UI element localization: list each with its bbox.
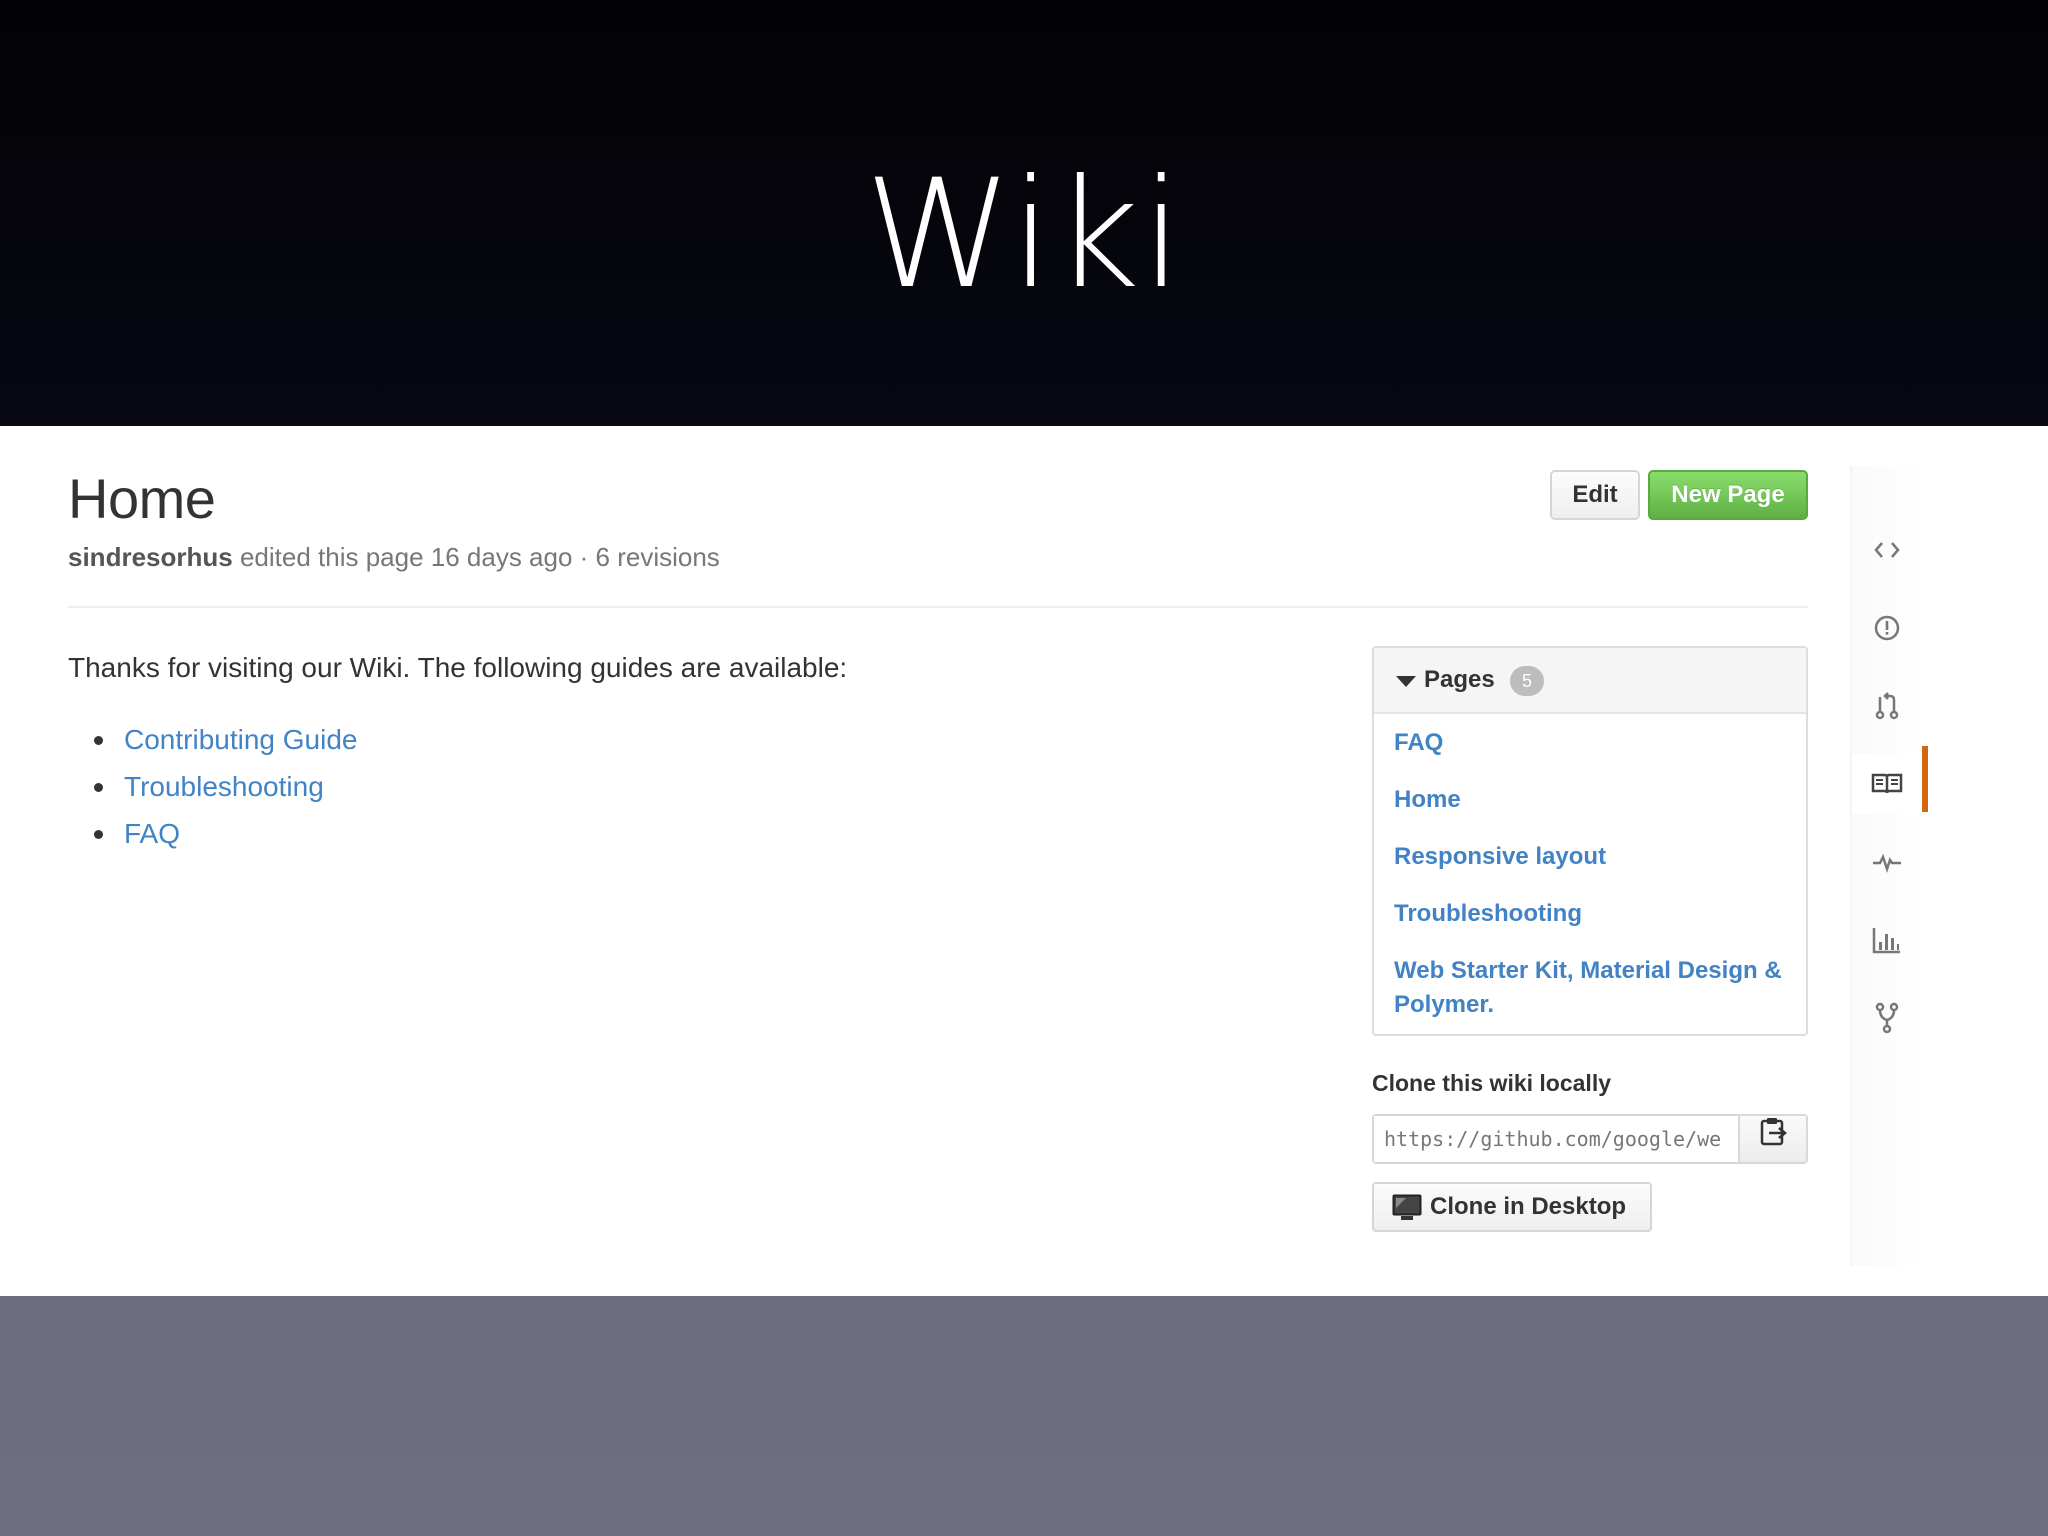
clone-url-input[interactable]: [1374, 1116, 1740, 1162]
author-link[interactable]: sindresorhus: [68, 542, 233, 572]
pages-count-badge: 5: [1510, 666, 1544, 696]
list-item: Troubleshooting: [1394, 897, 1794, 931]
edit-meta: edited this page 16 days ago · 6 revisio…: [239, 542, 720, 572]
list-item: Web Starter Kit, Material Design & Polym…: [1394, 954, 1794, 1022]
bullet: [94, 830, 103, 839]
issues-icon: [1874, 615, 1900, 641]
code-icon: [1874, 542, 1900, 558]
wiki-icon: [1871, 773, 1903, 794]
rail-pulse[interactable]: [1852, 832, 1922, 892]
page-title: Home: [68, 467, 216, 530]
triangle-down-icon: [1396, 676, 1416, 687]
pulse-icon: [1873, 853, 1901, 873]
graphs-icon: [1872, 928, 1900, 954]
rail-issues[interactable]: [1852, 598, 1922, 658]
clipboard-icon: [1760, 1118, 1787, 1146]
pages-toggle[interactable]: Pages 5: [1374, 648, 1806, 714]
list-item: Contributing Guide: [68, 720, 357, 767]
intro-text: Thanks for visiting our Wiki. The follow…: [68, 652, 848, 683]
list-item: Home: [1394, 783, 1794, 817]
repo-nav-rail: [1850, 466, 1928, 1266]
bullet: [94, 736, 103, 745]
list-item: Responsive layout: [1394, 840, 1794, 874]
rail-graphs[interactable]: [1852, 910, 1922, 970]
list-item: FAQ: [1394, 726, 1794, 760]
list-item: FAQ: [68, 814, 357, 861]
pages-list: FAQ Home Responsive layout Troubleshooti…: [1394, 726, 1794, 1045]
list-item: Troubleshooting: [68, 767, 357, 814]
slide-title-area: Wiki: [0, 0, 2048, 426]
page-link-faq[interactable]: FAQ: [1394, 729, 1443, 756]
pages-box: Pages 5 FAQ Home Responsive layout Troub…: [1372, 646, 1808, 1036]
rail-wiki[interactable]: [1852, 746, 1928, 814]
guides-list: Contributing Guide Troubleshooting FAQ: [68, 720, 357, 861]
clone-label: Clone this wiki locally: [1372, 1070, 1612, 1096]
page-meta: sindresorhus edited this page 16 days ag…: [68, 542, 720, 573]
guide-link-faq[interactable]: FAQ: [124, 818, 180, 849]
page-link-responsive-layout[interactable]: Responsive layout: [1394, 843, 1606, 870]
guide-link-contributing[interactable]: Contributing Guide: [124, 724, 357, 755]
header-divider: [68, 606, 1808, 608]
page-link-home[interactable]: Home: [1394, 786, 1461, 813]
page-link-web-starter-kit[interactable]: Web Starter Kit, Material Design & Polym…: [1394, 957, 1782, 1018]
clone-in-desktop-button[interactable]: Clone in Desktop: [1372, 1182, 1652, 1232]
pages-label: Pages: [1424, 666, 1495, 693]
monitor-icon: [1392, 1194, 1422, 1220]
edit-button[interactable]: Edit: [1550, 470, 1640, 520]
slide-title: Wiki: [864, 148, 1184, 322]
slide-bottom-band: [0, 1296, 2048, 1536]
rail-pull-requests[interactable]: [1852, 676, 1922, 736]
page-link-troubleshooting[interactable]: Troubleshooting: [1394, 900, 1582, 927]
new-page-button[interactable]: New Page: [1648, 470, 1808, 520]
rail-network[interactable]: [1852, 988, 1922, 1048]
guide-link-troubleshooting[interactable]: Troubleshooting: [124, 771, 324, 802]
wiki-screenshot: Home sindresorhus edited this page 16 da…: [0, 426, 2048, 1296]
fork-icon: [1875, 1002, 1899, 1034]
clone-url-group: [1372, 1114, 1808, 1164]
pull-request-icon: [1875, 692, 1899, 720]
copy-url-button[interactable]: [1740, 1116, 1806, 1162]
rail-code[interactable]: [1852, 520, 1922, 580]
clone-in-desktop-label: Clone in Desktop: [1430, 1193, 1627, 1220]
bullet: [94, 783, 103, 792]
